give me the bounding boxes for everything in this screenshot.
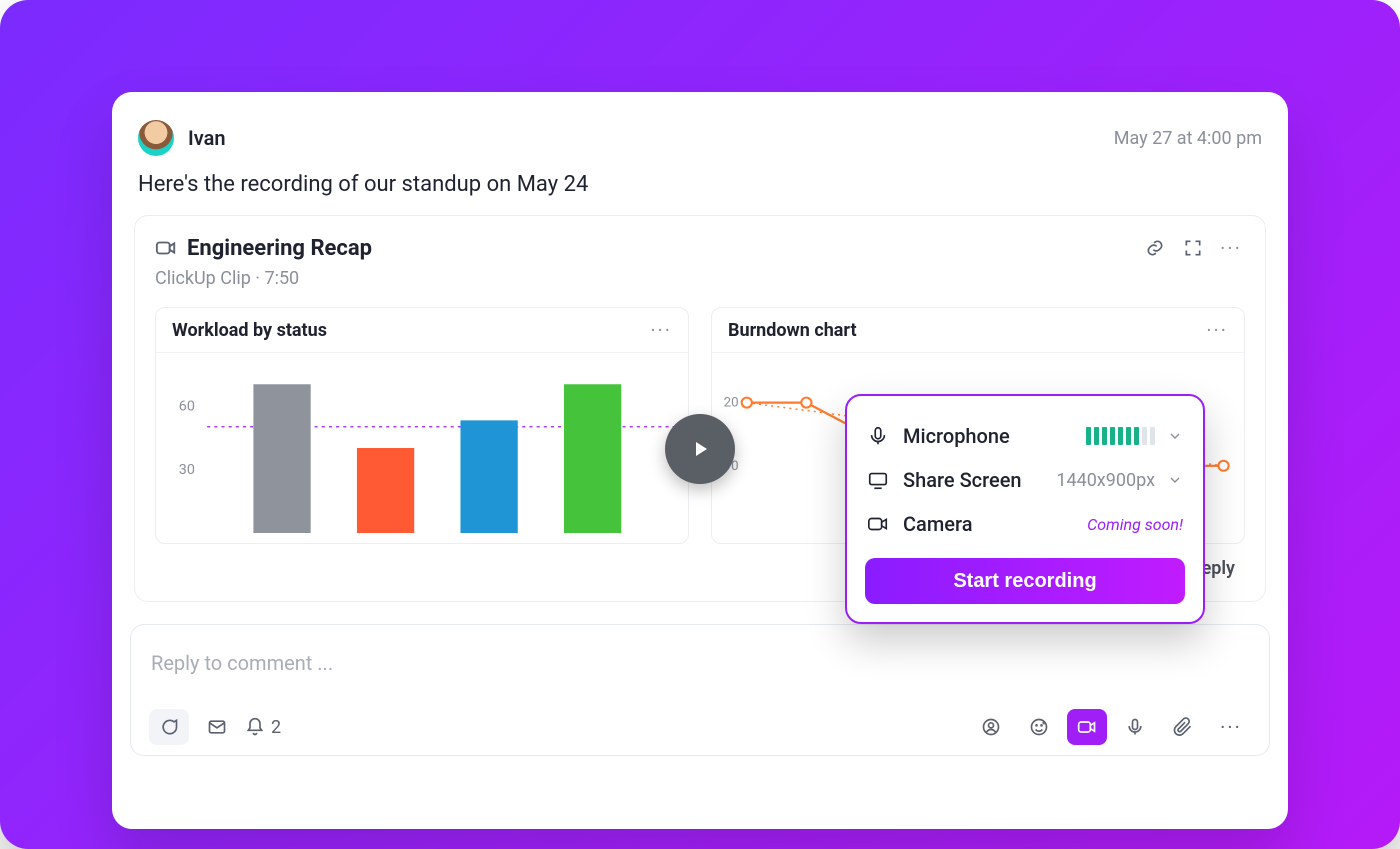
bell-icon <box>245 717 265 737</box>
svg-text:60: 60 <box>179 399 195 415</box>
svg-text:30: 30 <box>179 462 195 478</box>
camera-row: Camera Coming soon! <box>865 502 1185 546</box>
clip-card: Engineering Recap ··· ClickUp Clip · 7:5… <box>134 215 1266 602</box>
clip-subtitle: ClickUp Clip · 7:50 <box>155 268 1245 289</box>
microphone-icon <box>867 425 889 447</box>
emoji-icon[interactable] <box>1019 709 1059 745</box>
expand-icon[interactable] <box>1179 234 1207 262</box>
notification-count: 2 <box>271 717 281 738</box>
comment-icon[interactable] <box>149 709 189 745</box>
comment-header: Ivan May 27 at 4:00 pm <box>130 120 1270 156</box>
record-video-button[interactable] <box>1067 709 1107 745</box>
play-icon <box>688 437 712 461</box>
video-icon <box>155 237 177 259</box>
share-screen-row[interactable]: Share Screen 1440x900px <box>865 458 1185 502</box>
mic-level <box>1086 427 1155 445</box>
chevron-down-icon[interactable] <box>1167 472 1183 488</box>
mention-icon[interactable] <box>971 709 1011 745</box>
share-label: Share Screen <box>903 468 1022 492</box>
burndown-chart-title: Burndown chart <box>728 320 857 341</box>
workload-more-icon[interactable]: ··· <box>650 318 672 342</box>
composer-toolbar: 2 ··· <box>149 709 1251 745</box>
workload-chart-card: Workload by status ··· 30 60 <box>155 307 689 544</box>
chevron-down-icon[interactable] <box>1167 428 1183 444</box>
more-icon[interactable]: ··· <box>1217 234 1245 262</box>
comment-author: Ivan <box>188 126 226 150</box>
screen-icon <box>867 469 889 491</box>
camera-note: Coming soon! <box>1087 515 1183 534</box>
share-value: 1440x900px <box>1056 470 1155 491</box>
comment-composer[interactable]: Reply to comment ... 2 <box>130 624 1270 756</box>
notifications-button[interactable]: 2 <box>245 717 281 738</box>
mail-icon[interactable] <box>197 709 237 745</box>
play-button[interactable] <box>665 414 735 484</box>
link-icon[interactable] <box>1141 234 1169 262</box>
start-recording-button[interactable]: Start recording <box>865 558 1185 604</box>
workload-chart-title: Workload by status <box>172 320 327 341</box>
voice-icon[interactable] <box>1115 709 1155 745</box>
avatar[interactable] <box>138 120 174 156</box>
comment-card: Ivan May 27 at 4:00 pm Here's the record… <box>112 92 1288 829</box>
attachment-icon[interactable] <box>1163 709 1203 745</box>
workload-chart: 30 60 <box>156 353 688 543</box>
comment-timestamp: May 27 at 4:00 pm <box>1114 128 1262 149</box>
comment-body: Here's the recording of our standup on M… <box>130 156 1270 215</box>
svg-text:20: 20 <box>724 396 739 411</box>
recording-popover: Microphone Share Screen 1440x900px <box>845 394 1205 624</box>
microphone-label: Microphone <box>903 424 1010 448</box>
microphone-row[interactable]: Microphone <box>865 414 1185 458</box>
burndown-more-icon[interactable]: ··· <box>1206 318 1228 342</box>
camera-label: Camera <box>903 512 972 536</box>
composer-placeholder[interactable]: Reply to comment ... <box>149 645 1251 709</box>
camera-icon <box>867 513 889 535</box>
composer-more-icon[interactable]: ··· <box>1211 709 1251 745</box>
clip-title: Engineering Recap <box>187 236 372 261</box>
